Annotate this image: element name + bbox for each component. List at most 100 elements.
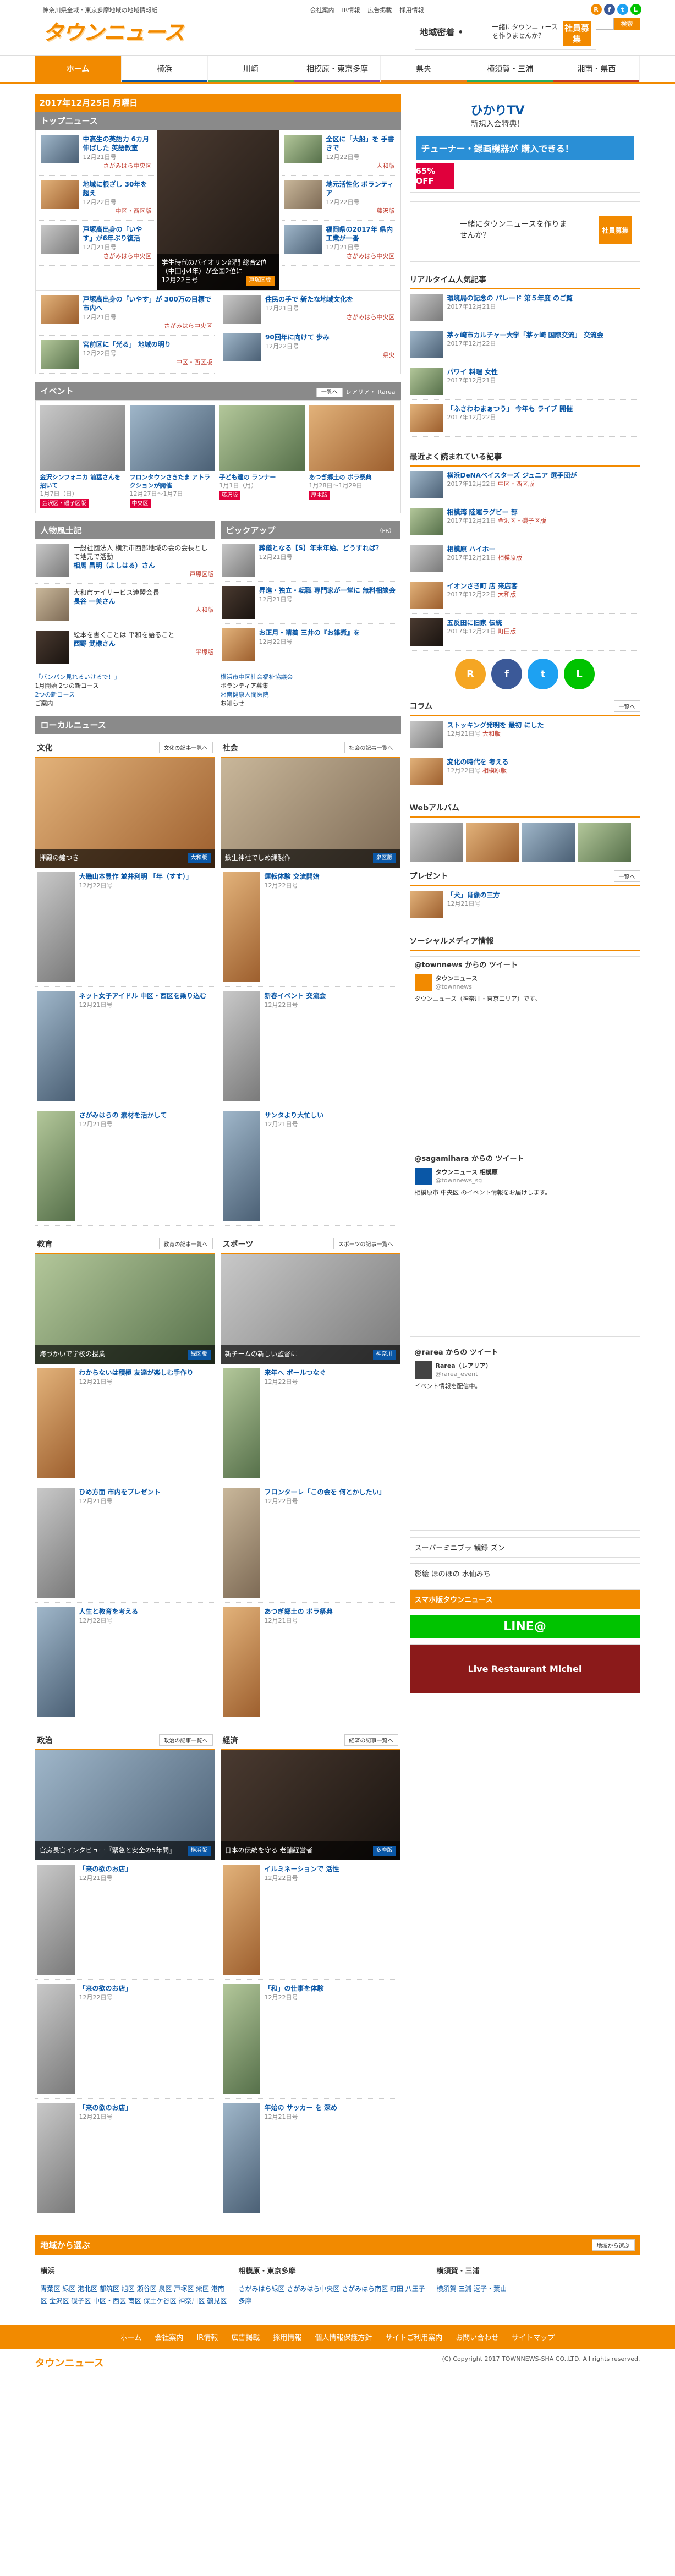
list-item[interactable]: さがみはらの 素材を活かして 12月21日号	[35, 1106, 215, 1226]
side-ad[interactable]: スーパーミニブラ 観録 ズン	[409, 1537, 640, 1558]
ranking-item[interactable]: パワイ 料理 女性 2017年12月21日	[409, 363, 640, 400]
event-item[interactable]: あつぎ郷土の ポラ祭典 1月28日〜1月29日 厚木版	[309, 405, 394, 508]
event-item[interactable]: フロンタウンさきたま アトラクションが開催 12月27日〜1月7日 中央区	[129, 405, 215, 508]
present-more-button[interactable]: 一覧へ	[613, 870, 640, 882]
list-item[interactable]: フロンターレ「この会を 何とかしたい」 12月22日号	[220, 1483, 400, 1603]
society-photo[interactable]: 鉄生神社でしめ縄製作 泉区版	[220, 758, 400, 868]
culture-more-button[interactable]: 文化の記事一覧へ	[158, 742, 213, 753]
album-photo[interactable]	[465, 823, 519, 862]
recruit-side-banner[interactable]: 一緒にタウンニュースを作りませんか？ 社員募集	[409, 201, 640, 262]
list-item[interactable]: 戸塚高出身の「いやす」が6年ぶり復活 12月21日号 さがみはら中央区	[39, 221, 154, 266]
footer-link[interactable]: サイトマップ	[512, 2332, 555, 2342]
list-item[interactable]: イルミネーションで 活性 12月22日号	[220, 1860, 400, 1980]
footer-link[interactable]: 採用情報	[273, 2332, 301, 2342]
line-icon[interactable]: L	[630, 4, 641, 15]
list-item[interactable]: 昇進・独立・転職 専門家が一堂に 無料相談会 12月21日号	[220, 582, 400, 624]
culture-photo[interactable]: 拝殿の鐘つき 大和版	[35, 758, 215, 868]
hikari-tv-banner[interactable]: ひかりTV 新規入会特典！ チューナー・録画機器が 購入できる！ 65% OFF	[409, 94, 640, 193]
header-link-ad[interactable]: 広告掲載	[367, 6, 392, 14]
list-item[interactable]: 葬儀となる【S】年末年始、どうすれば？ 12月21日号	[220, 539, 400, 582]
site-logo[interactable]: タウンニュース	[43, 15, 185, 46]
recent-item[interactable]: 五反田に旧家 伝統 2017年12月21日 町田版	[409, 614, 640, 651]
list-item[interactable]: あつぎ郷土の ポラ祭典 12月21日号	[220, 1603, 400, 1722]
facebook-icon[interactable]: f	[603, 4, 615, 15]
nav-yokosuka[interactable]: 横須賀・三浦	[467, 56, 554, 82]
economy-photo[interactable]: 日本の伝統を守る 老舗経営者 多摩版	[220, 1750, 400, 1860]
footer-link[interactable]: 広告掲載	[231, 2332, 260, 2342]
area-select-button[interactable]: 地域から選ぶ	[591, 2239, 635, 2251]
list-item[interactable]: 「和」の仕事を体験 12月22日号	[220, 1980, 400, 2099]
list-item[interactable]: 全区に「大船」を 手書きで 12月22日号 大和版	[282, 130, 397, 176]
list-item[interactable]: 90回年に向けて 歩み 12月22日号 県央	[221, 328, 397, 366]
nav-yokohama[interactable]: 横浜	[121, 56, 208, 82]
column-more-button[interactable]: 一覧へ	[613, 700, 640, 712]
education-more-button[interactable]: 教育の記事一覧へ	[158, 1238, 213, 1249]
area-link-list[interactable]: さがみはら緑区 さがみはら中央区 さがみはら南区 町田 八王子 多摩	[239, 2283, 426, 2307]
nav-sagamihara[interactable]: 相模原・東京多摩	[294, 56, 381, 82]
list-item[interactable]: 絵本を書くことは 平和を語ること 西野 武様さん 平塚版	[35, 626, 215, 668]
politics-photo[interactable]: 官房長官インタビュー『緊急と安全の5年間』 横浜版	[35, 1750, 215, 1860]
economy-more-button[interactable]: 経済の記事一覧へ	[344, 1734, 398, 1746]
album-photo[interactable]	[522, 823, 575, 862]
list-item[interactable]: 地元活性化 ボランティア 12月22日号 藤沢版	[282, 176, 397, 221]
footer-logo[interactable]: タウンニュース	[35, 2355, 104, 2370]
tweet-box[interactable]: @sagamihara からの ツイート タウンニュース 相模原 @townnew…	[409, 1150, 640, 1337]
list-item[interactable]: 来年へ ボールつなぐ 12月22日号	[220, 1364, 400, 1483]
list-item[interactable]: 宮前区に「光る」 地域の明り 12月22日号 中区・西区版	[39, 336, 215, 374]
column-item[interactable]: ストッキング発明を 最初 にした 12月21日号 大和版	[409, 716, 640, 753]
footer-link[interactable]: 会社案内	[155, 2332, 183, 2342]
footer-link[interactable]: サイトご利用案内	[385, 2332, 442, 2342]
header-link-ir[interactable]: IR情報	[342, 6, 360, 14]
facebook-round-icon[interactable]: f	[491, 659, 522, 689]
list-item[interactable]: 「来の欲のお店」 12月21日号	[35, 1860, 215, 1980]
nav-kenou[interactable]: 県央	[381, 56, 468, 82]
list-item[interactable]: 人生と教育を考える 12月22日号	[35, 1603, 215, 1722]
recruit-banner[interactable]: 地域密着 • 一緒にタウンニュースを作りませんか？ 社員募集	[414, 17, 596, 50]
list-item[interactable]: ひめ方面 市内をプレゼント 12月21日号	[35, 1483, 215, 1603]
nav-kawasaki[interactable]: 川崎	[207, 56, 294, 82]
list-item[interactable]: 戸塚高出身の「いやす」が 300万の目標で 市内へ 12月21日号 さがみはら中央区	[39, 291, 215, 336]
tweet-box[interactable]: @rarea からの ツイート Rarea（レアリア） @rarea_event …	[409, 1344, 640, 1531]
list-item[interactable]: 運転体験 交流開始 12月22日号	[220, 868, 400, 987]
recent-item[interactable]: 横浜DeNAベイスターズ ジュニア 選手団が 2017年12月22日 中区・西区版	[409, 467, 640, 503]
sports-photo[interactable]: 新チームの新しい監督に 神奈川	[220, 1254, 400, 1364]
list-item[interactable]: お正月・晴着 三井の『お雑煮』を 12月22日号	[220, 624, 400, 666]
smartphone-banner[interactable]: スマホ版タウンニュース	[409, 1589, 640, 1609]
list-item[interactable]: 年始の サッカー を 深め 12月21日号	[220, 2099, 400, 2218]
list-item[interactable]: ネット女子アイドル 中区・西区を乗り込む 12月21日号	[35, 987, 215, 1106]
sports-more-button[interactable]: スポーツの記事一覧へ	[333, 1238, 398, 1249]
area-link-list[interactable]: 横須賀 三浦 逗子・葉山	[437, 2283, 624, 2295]
rss-round-icon[interactable]: R	[455, 659, 486, 689]
education-photo[interactable]: 海づかいで学校の授業 緑区版	[35, 1254, 215, 1364]
list-item[interactable]: 「来の欲のお店」 12月22日号	[35, 1980, 215, 2099]
politics-more-button[interactable]: 政治の記事一覧へ	[158, 1734, 213, 1746]
recent-item[interactable]: 相模湾 陸運ラグビー 部 2017年12月21日 金沢区・磯子区版	[409, 503, 640, 540]
album-photo[interactable]	[409, 823, 463, 862]
list-item[interactable]: 一般社団法人 横浜市西部地域の会の会長として地元で活動 相馬 昌明（よしはる）さん…	[35, 539, 215, 584]
recent-item[interactable]: イオンさき町 店 来店客 2017年12月22日 大和版	[409, 577, 640, 614]
list-item[interactable]: サンタより大忙しい 12月21日号	[220, 1106, 400, 1226]
footer-link[interactable]: ホーム	[120, 2332, 142, 2342]
nav-shonan[interactable]: 湘南・県西	[553, 56, 640, 82]
ranking-item[interactable]: 茅ヶ崎市カルチャー大学「茅ヶ崎 国際交流」 交流会 2017年12月22日	[409, 326, 640, 363]
top-feature[interactable]: 学生時代のバイオリン部門 総合2位（中田小4年）が全国2位に 12月22日号 戸…	[157, 130, 279, 290]
rarea-link[interactable]: レアリア・ Rarea	[345, 388, 395, 396]
restaurant-banner[interactable]: Live Restaurant Michel	[409, 1644, 640, 1693]
list-item[interactable]: 新春イベント 交流会 12月22日号	[220, 987, 400, 1106]
text-ad[interactable]: 2つの新コース	[35, 690, 215, 699]
list-item[interactable]: 福岡県の2017年 県内工業が一番 12月21日号 さがみはら中央区	[282, 221, 397, 266]
list-item[interactable]: わからないは積極 友達が楽しむ手作り 12月21日号	[35, 1364, 215, 1483]
text-ad[interactable]: 湘南健康人間医院	[221, 690, 400, 699]
event-item[interactable]: 金沢シンフォニカ 前猛さんを 招いて 1月7日（日） 金沢区・磯子区版	[40, 405, 125, 508]
list-item[interactable]: 中高生の英語力 6カ月伸ばした 英語教室 12月21日号 さがみはら中央区	[39, 130, 154, 176]
ranking-item[interactable]: 環境局の記念の パレード 第５年度 のご覧 2017年12月21日	[409, 289, 640, 326]
text-ad[interactable]: 「バンパン見れるいけるで！」	[35, 673, 215, 682]
ranking-item[interactable]: 「ふさわわまぁつう」 今年も ライブ 開催 2017年12月22日	[409, 400, 640, 437]
list-item[interactable]: 大磯山本豊作 並井利明 「年（すす）」 12月22日号	[35, 868, 215, 987]
event-item[interactable]: 子ども達の ランナー 1月1日（月） 藤沢版	[219, 405, 305, 508]
header-link-company[interactable]: 会社案内	[310, 6, 334, 14]
line-banner[interactable]: LINE@	[409, 1615, 640, 1638]
list-item[interactable]: 大和市テイサービス連盟会長 長谷 一美さん 大和版	[35, 584, 215, 626]
list-item[interactable]: 住民の手で 新たな地域文化を 12月21日号 さがみはら中央区	[221, 291, 397, 328]
side-ad[interactable]: 影絵 ほのほの 水仙みち	[409, 1563, 640, 1583]
